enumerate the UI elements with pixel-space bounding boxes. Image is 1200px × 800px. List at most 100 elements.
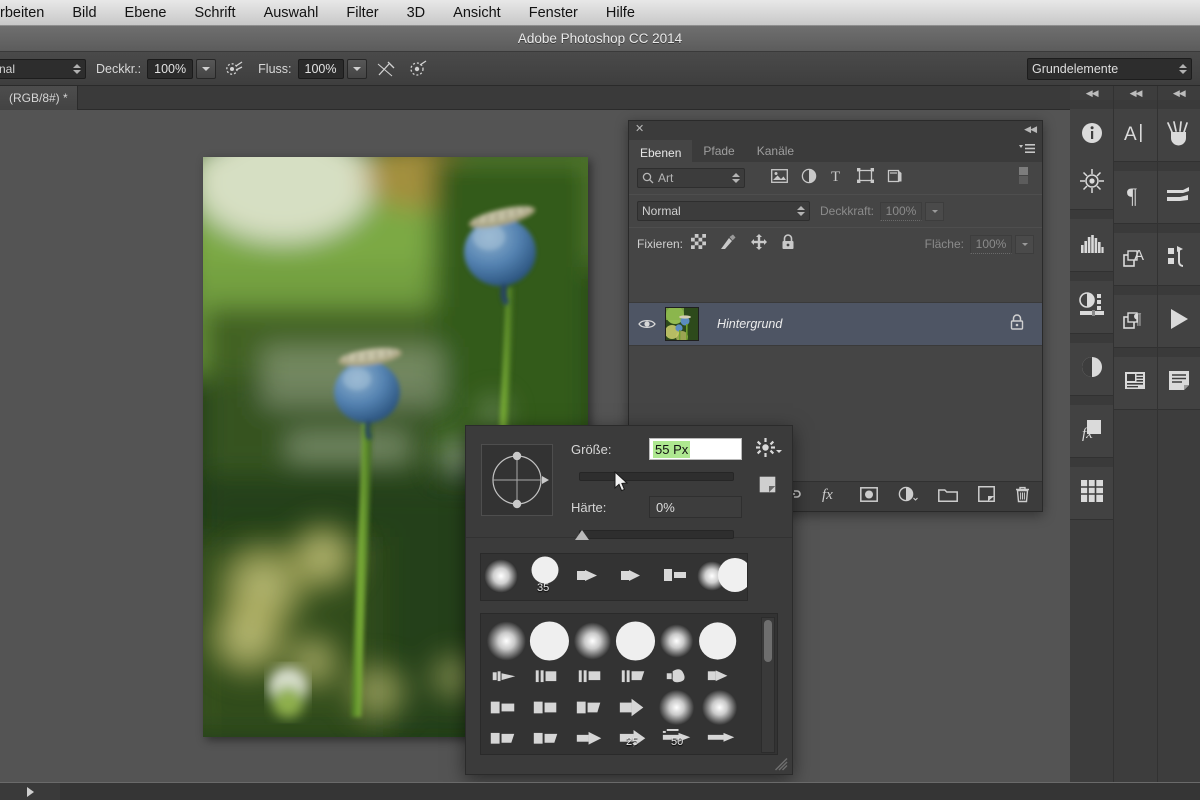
dock-group-histogram [1070,210,1113,272]
brush-size-input[interactable]: 55 Px [649,438,742,460]
title-bar: Adobe Photoshop CC 2014 [0,26,1200,52]
brush-hardness-slider[interactable] [579,530,734,539]
brush-preset-grid[interactable]: 25 50 [480,613,778,755]
flow-dropdown-button[interactable] [347,59,367,79]
brush-grid-scrollbar[interactable] [761,617,775,753]
lock-image-icon[interactable] [720,234,737,255]
tab-ebenen[interactable]: Ebenen [629,140,692,162]
blend-mode-select[interactable]: Normal [637,201,810,221]
menu-hilfe[interactable]: Hilfe [592,0,649,26]
layer-visibility-toggle[interactable] [629,318,665,330]
layer-style-fx-icon[interactable]: fx [1070,405,1113,453]
resize-grip-icon[interactable] [774,757,788,771]
opacity-input[interactable]: 100% [147,59,193,79]
menu-auswahl[interactable]: Auswahl [250,0,333,26]
adjustment-layer-icon[interactable] [898,486,918,507]
close-icon[interactable]: ✕ [635,124,644,135]
character-styles-icon[interactable]: A [1114,233,1156,281]
airbrush-icon[interactable] [373,57,399,81]
collapse-panel-icon[interactable]: ◀◀ [1024,124,1036,135]
brush-presets-icon[interactable] [1158,109,1200,157]
fill-value[interactable]: 100% [970,235,1012,254]
lock-transparency-icon[interactable] [691,234,706,254]
menu-fenster[interactable]: Fenster [515,0,592,26]
grid-icon[interactable] [1070,467,1113,515]
brush-mode-value: nal [0,62,72,76]
menu-bearbeiten[interactable]: rbeiten [0,0,58,26]
tablet-pressure-size-icon[interactable] [405,57,431,81]
menu-ebene[interactable]: Ebene [111,0,181,26]
lock-buttons [691,234,795,255]
paragraph-icon[interactable]: ¶ [1114,171,1156,219]
menu-schrift[interactable]: Schrift [180,0,249,26]
panel-menu-icon[interactable] [1019,143,1035,154]
notes-icon[interactable] [1114,357,1156,405]
dock-group-info [1070,100,1113,210]
brush-recent-strip[interactable]: 35 [480,553,748,601]
layer-filter-select[interactable]: Art [637,168,745,188]
blend-mode-row: Normal Deckkraft: 100% [629,195,1042,227]
navigator-icon[interactable] [1070,157,1113,205]
brush-grid-size-label-1: 25 [626,736,638,748]
dock-group-character: A [1114,100,1156,162]
menu-filter[interactable]: Filter [332,0,392,26]
brush-settings-icon[interactable] [1158,171,1200,219]
brush-grid-size-label-2: 50 [671,736,683,748]
mouse-cursor-icon [614,471,630,498]
properties-icon[interactable] [1158,357,1200,405]
delete-layer-icon[interactable] [1015,486,1030,508]
color-wheel-icon[interactable] [1070,281,1113,329]
timeline-play-icon[interactable] [1158,295,1200,343]
brush-hardness-label: Härte: [571,500,606,515]
dock-tab-strip [1070,272,1113,281]
character-icon[interactable]: A [1114,109,1156,157]
document-tab[interactable]: (RGB/8#) * [0,86,78,110]
dock-collapse-icon[interactable]: ◀◀ [1158,86,1200,100]
paragraph-styles-icon[interactable]: ¶ [1114,295,1156,343]
tab-pfade[interactable]: Pfade [692,140,745,162]
layer-opacity-value[interactable]: 100% [880,202,922,221]
table-row[interactable]: Hintergrund [629,302,1042,346]
swatches-icon[interactable] [1070,343,1113,391]
menu-3d[interactable]: 3D [393,0,440,26]
info-icon[interactable] [1070,109,1113,157]
brush-mode-select[interactable]: nal [0,59,86,79]
type-layer-icon[interactable]: T [830,168,844,188]
svg-text:fx: fx [1082,426,1093,442]
scrollbar-thumb[interactable] [764,620,772,662]
flow-input[interactable]: 100% [298,59,344,79]
fill-dropdown[interactable] [1015,235,1034,254]
brush-picker-settings-menu[interactable] [756,438,782,457]
dock-collapse-icon[interactable]: ◀◀ [1114,86,1156,100]
new-layer-icon[interactable] [978,486,995,507]
opacity-dropdown-button[interactable] [196,59,216,79]
layer-filter-value: Art [658,171,727,185]
lock-position-icon[interactable] [751,234,767,255]
layer-filter-toggle[interactable] [1019,166,1028,191]
actions-icon[interactable] [1158,233,1200,281]
chevron-updown-icon [72,62,81,76]
menu-ansicht[interactable]: Ansicht [439,0,515,26]
status-expand-tab[interactable] [0,783,60,800]
histogram-icon[interactable] [1070,219,1113,267]
tab-kanaele[interactable]: Kanäle [746,140,805,162]
new-preset-icon[interactable] [759,476,776,498]
lock-all-icon[interactable] [781,234,795,255]
smart-object-icon[interactable] [887,168,903,189]
tablet-pressure-opacity-icon[interactable] [222,57,248,81]
dock-collapse-icon[interactable]: ◀◀ [1070,86,1113,100]
brush-hardness-input[interactable]: 0% [649,496,742,518]
add-mask-icon[interactable] [860,487,878,507]
svg-text:fx: fx [822,487,833,502]
adjustment-layer-icon[interactable] [801,168,817,189]
brush-tip-shape-preview[interactable] [481,444,553,516]
layer-opacity-dropdown[interactable] [925,202,944,221]
shape-layer-icon[interactable] [857,168,874,188]
pixel-layer-icon[interactable] [771,169,788,188]
brush-size-slider[interactable] [579,472,734,481]
menu-bild[interactable]: Bild [58,0,110,26]
new-group-icon[interactable] [938,487,958,507]
layer-filter-row: Art T [629,162,1042,194]
layer-style-fx-icon[interactable]: fx [822,486,840,507]
workspace-select[interactable]: Grundelemente [1027,58,1192,80]
